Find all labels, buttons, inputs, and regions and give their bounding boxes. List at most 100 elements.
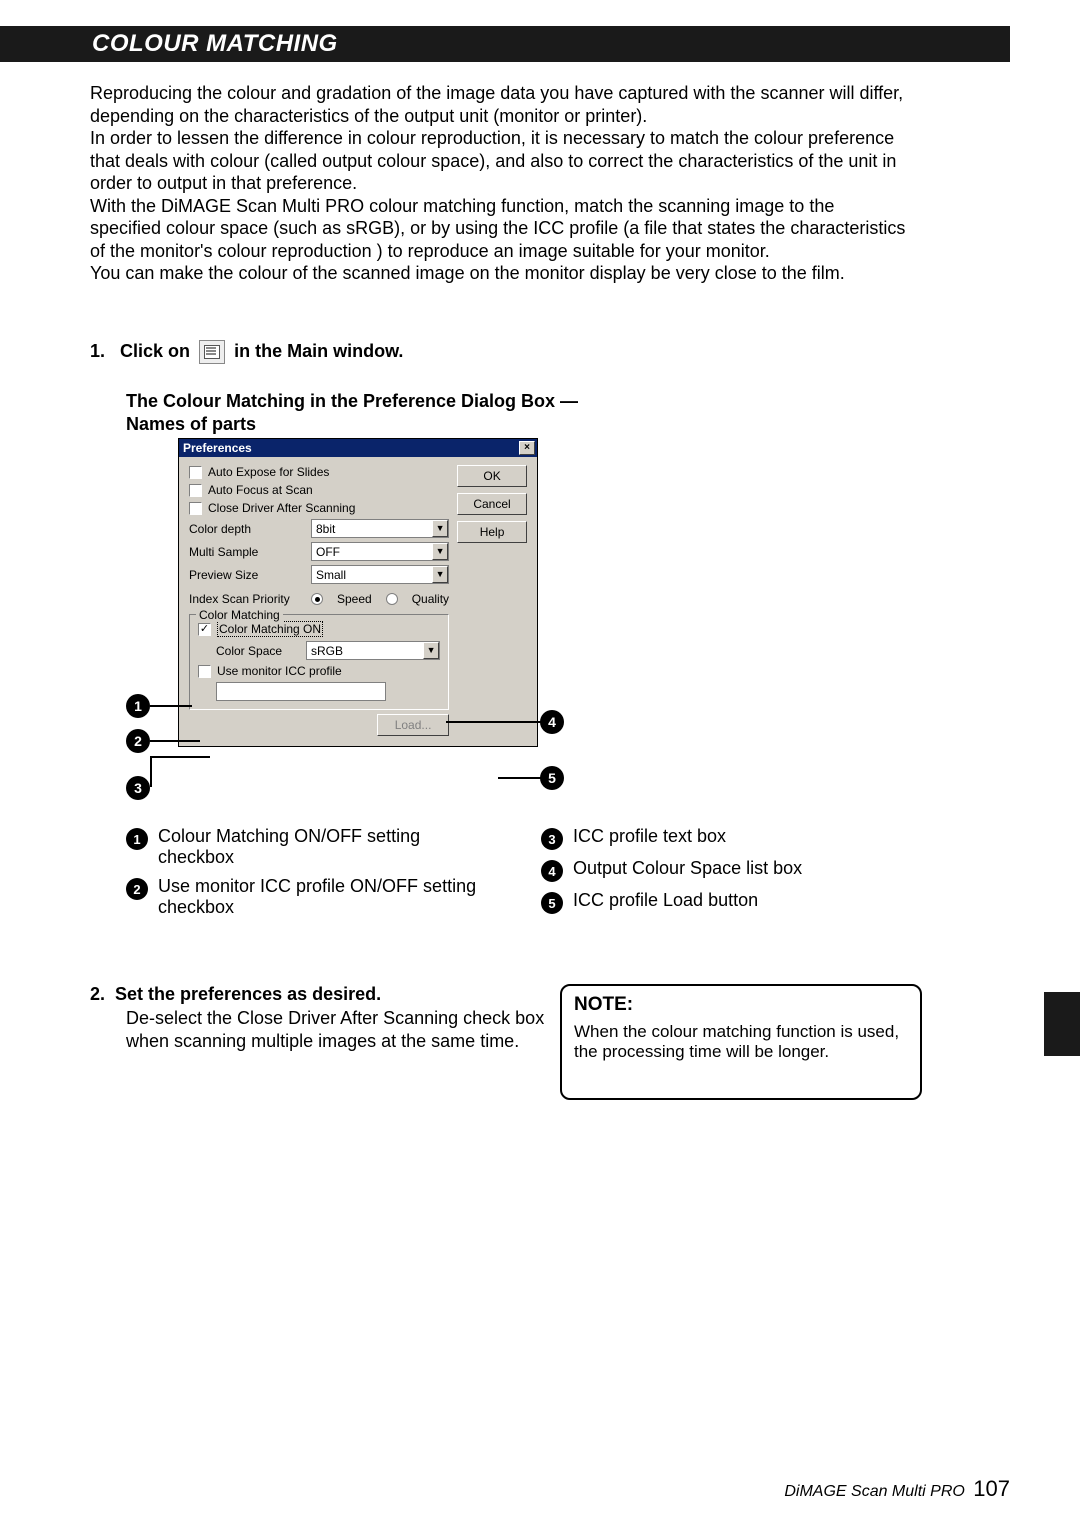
intro-p4: You can make the colour of the scanned i… [90,263,845,283]
dialog-title-text: Preferences [183,441,252,455]
auto-expose-label: Auto Expose for Slides [208,465,329,479]
intro-p2: In order to lessen the difference in col… [90,128,896,193]
legend-text-1: Colour Matching ON/OFF setting checkbox [158,826,501,868]
color-depth-select[interactable]: 8bit ▼ [311,519,449,538]
index-scan-radio-group: Speed Quality [311,592,449,606]
multi-sample-value: OFF [316,545,340,559]
close-driver-label: Close Driver After Scanning [208,501,355,515]
chevron-down-icon: ▼ [432,543,448,560]
callout-badge-1: 1 [126,694,150,718]
step1-post: in the Main window. [234,341,403,361]
legend-item-5: 5 ICC profile Load button [541,890,916,914]
caption-l1: The Colour Matching in the Preference Di… [126,391,578,411]
color-space-label: Color Space [216,644,296,658]
quality-radio[interactable] [386,593,398,605]
multi-sample-select[interactable]: OFF ▼ [311,542,449,561]
page-footer: DiMAGE Scan Multi PRO 107 [784,1476,1010,1502]
preferences-dialog-wrap: Preferences × Auto Expose for Slides Aut… [178,438,538,747]
load-button[interactable]: Load... [377,714,449,736]
index-scan-row: Index Scan Priority Speed Quality [189,592,449,606]
legend-item-1: 1 Colour Matching ON/OFF setting checkbo… [126,826,501,868]
dialog-left: Auto Expose for Slides Auto Focus at Sca… [189,465,449,736]
note-body: When the colour matching function is use… [574,1022,908,1062]
legend-text-3: ICC profile text box [573,826,726,847]
dialog-right: OK Cancel Help [457,465,527,736]
auto-focus-label: Auto Focus at Scan [208,483,313,497]
dialog-titlebar: Preferences × [179,439,537,457]
step-1: 1. Click on in the Main window. [90,340,910,364]
legend-item-3: 3 ICC profile text box [541,826,916,850]
intro-p3: With the DiMAGE Scan Multi PRO colour ma… [90,196,905,261]
callout-line-5 [498,777,542,779]
callout-badge-5: 5 [540,766,564,790]
preview-size-row: Preview Size Small ▼ [189,565,449,584]
icc-profile-textbox[interactable] [216,682,386,701]
group-legend: Color Matching [196,608,283,622]
ok-button[interactable]: OK [457,465,527,487]
note-title: NOTE: [574,994,908,1016]
product-name: DiMAGE Scan Multi PRO [784,1483,964,1500]
step2-sub: De-select the Close Driver After Scannin… [126,1007,550,1052]
close-driver-checkbox[interactable] [189,502,202,515]
step2-head: Set the preferences as desired. [115,984,381,1004]
auto-focus-row: Auto Focus at Scan [189,483,449,497]
callout-badge-3: 3 [126,776,150,800]
step-2: 2. Set the preferences as desired. De-se… [90,984,550,1052]
load-row: Load... [189,714,449,736]
speed-label: Speed [337,592,372,606]
preview-size-label: Preview Size [189,568,301,582]
callout-line-3a [150,756,152,787]
cancel-button[interactable]: Cancel [457,493,527,515]
color-space-row: Color Space sRGB ▼ [216,641,440,660]
step2-num: 2. [90,984,105,1004]
legend-col-left: 1 Colour Matching ON/OFF setting checkbo… [126,826,501,926]
preview-size-select[interactable]: Small ▼ [311,565,449,584]
intro-text: Reproducing the colour and gradation of … [90,82,910,285]
dialog-body: Auto Expose for Slides Auto Focus at Sca… [179,457,537,746]
color-depth-row: Color depth 8bit ▼ [189,519,449,538]
legend-badge-5: 5 [541,892,563,914]
dialog-caption: The Colour Matching in the Preference Di… [126,390,578,435]
close-button[interactable]: × [519,441,535,455]
color-space-select[interactable]: sRGB ▼ [306,641,440,660]
color-depth-value: 8bit [316,522,335,536]
callout-line-3b [150,756,210,758]
caption-l2: Names of parts [126,414,256,434]
index-scan-label: Index Scan Priority [189,592,301,606]
step1-pre: Click on [120,341,190,361]
legend-item-2: 2 Use monitor ICC profile ON/OFF setting… [126,876,501,918]
use-monitor-label: Use monitor ICC profile [217,664,342,678]
auto-focus-checkbox[interactable] [189,484,202,497]
color-matching-group: Color Matching Color Matching ON Color S… [189,614,449,710]
color-space-value: sRGB [311,644,343,658]
legend-badge-4: 4 [541,860,563,882]
auto-expose-checkbox[interactable] [189,466,202,479]
multi-sample-row: Multi Sample OFF ▼ [189,542,449,561]
auto-expose-row: Auto Expose for Slides [189,465,449,479]
page-number: 107 [973,1476,1010,1501]
use-monitor-icc-checkbox[interactable] [198,665,211,678]
legend-badge-3: 3 [541,828,563,850]
legend-badge-1: 1 [126,828,148,850]
cm-on-row: Color Matching ON [198,621,440,637]
page-header: COLOUR MATCHING [0,26,1010,62]
color-matching-on-checkbox[interactable] [198,623,211,636]
legend-col-right: 3 ICC profile text box 4 Output Colour S… [541,826,916,926]
legend-text-4: Output Colour Space list box [573,858,802,879]
preferences-dialog: Preferences × Auto Expose for Slides Aut… [178,438,538,747]
legend-text-5: ICC profile Load button [573,890,758,911]
speed-radio[interactable] [311,593,323,605]
help-button[interactable]: Help [457,521,527,543]
page-title: COLOUR MATCHING [92,30,338,58]
preferences-icon [199,340,225,364]
legend-text-2: Use monitor ICC profile ON/OFF setting c… [158,876,501,918]
step1-num: 1. [90,341,105,361]
color-depth-label: Color depth [189,522,301,536]
intro-p1: Reproducing the colour and gradation of … [90,83,903,126]
legend-item-4: 4 Output Colour Space list box [541,858,916,882]
quality-label: Quality [412,592,449,606]
use-monitor-row: Use monitor ICC profile [198,664,440,678]
side-tab [1044,992,1080,1056]
chevron-down-icon: ▼ [423,642,439,659]
legend-badge-2: 2 [126,878,148,900]
